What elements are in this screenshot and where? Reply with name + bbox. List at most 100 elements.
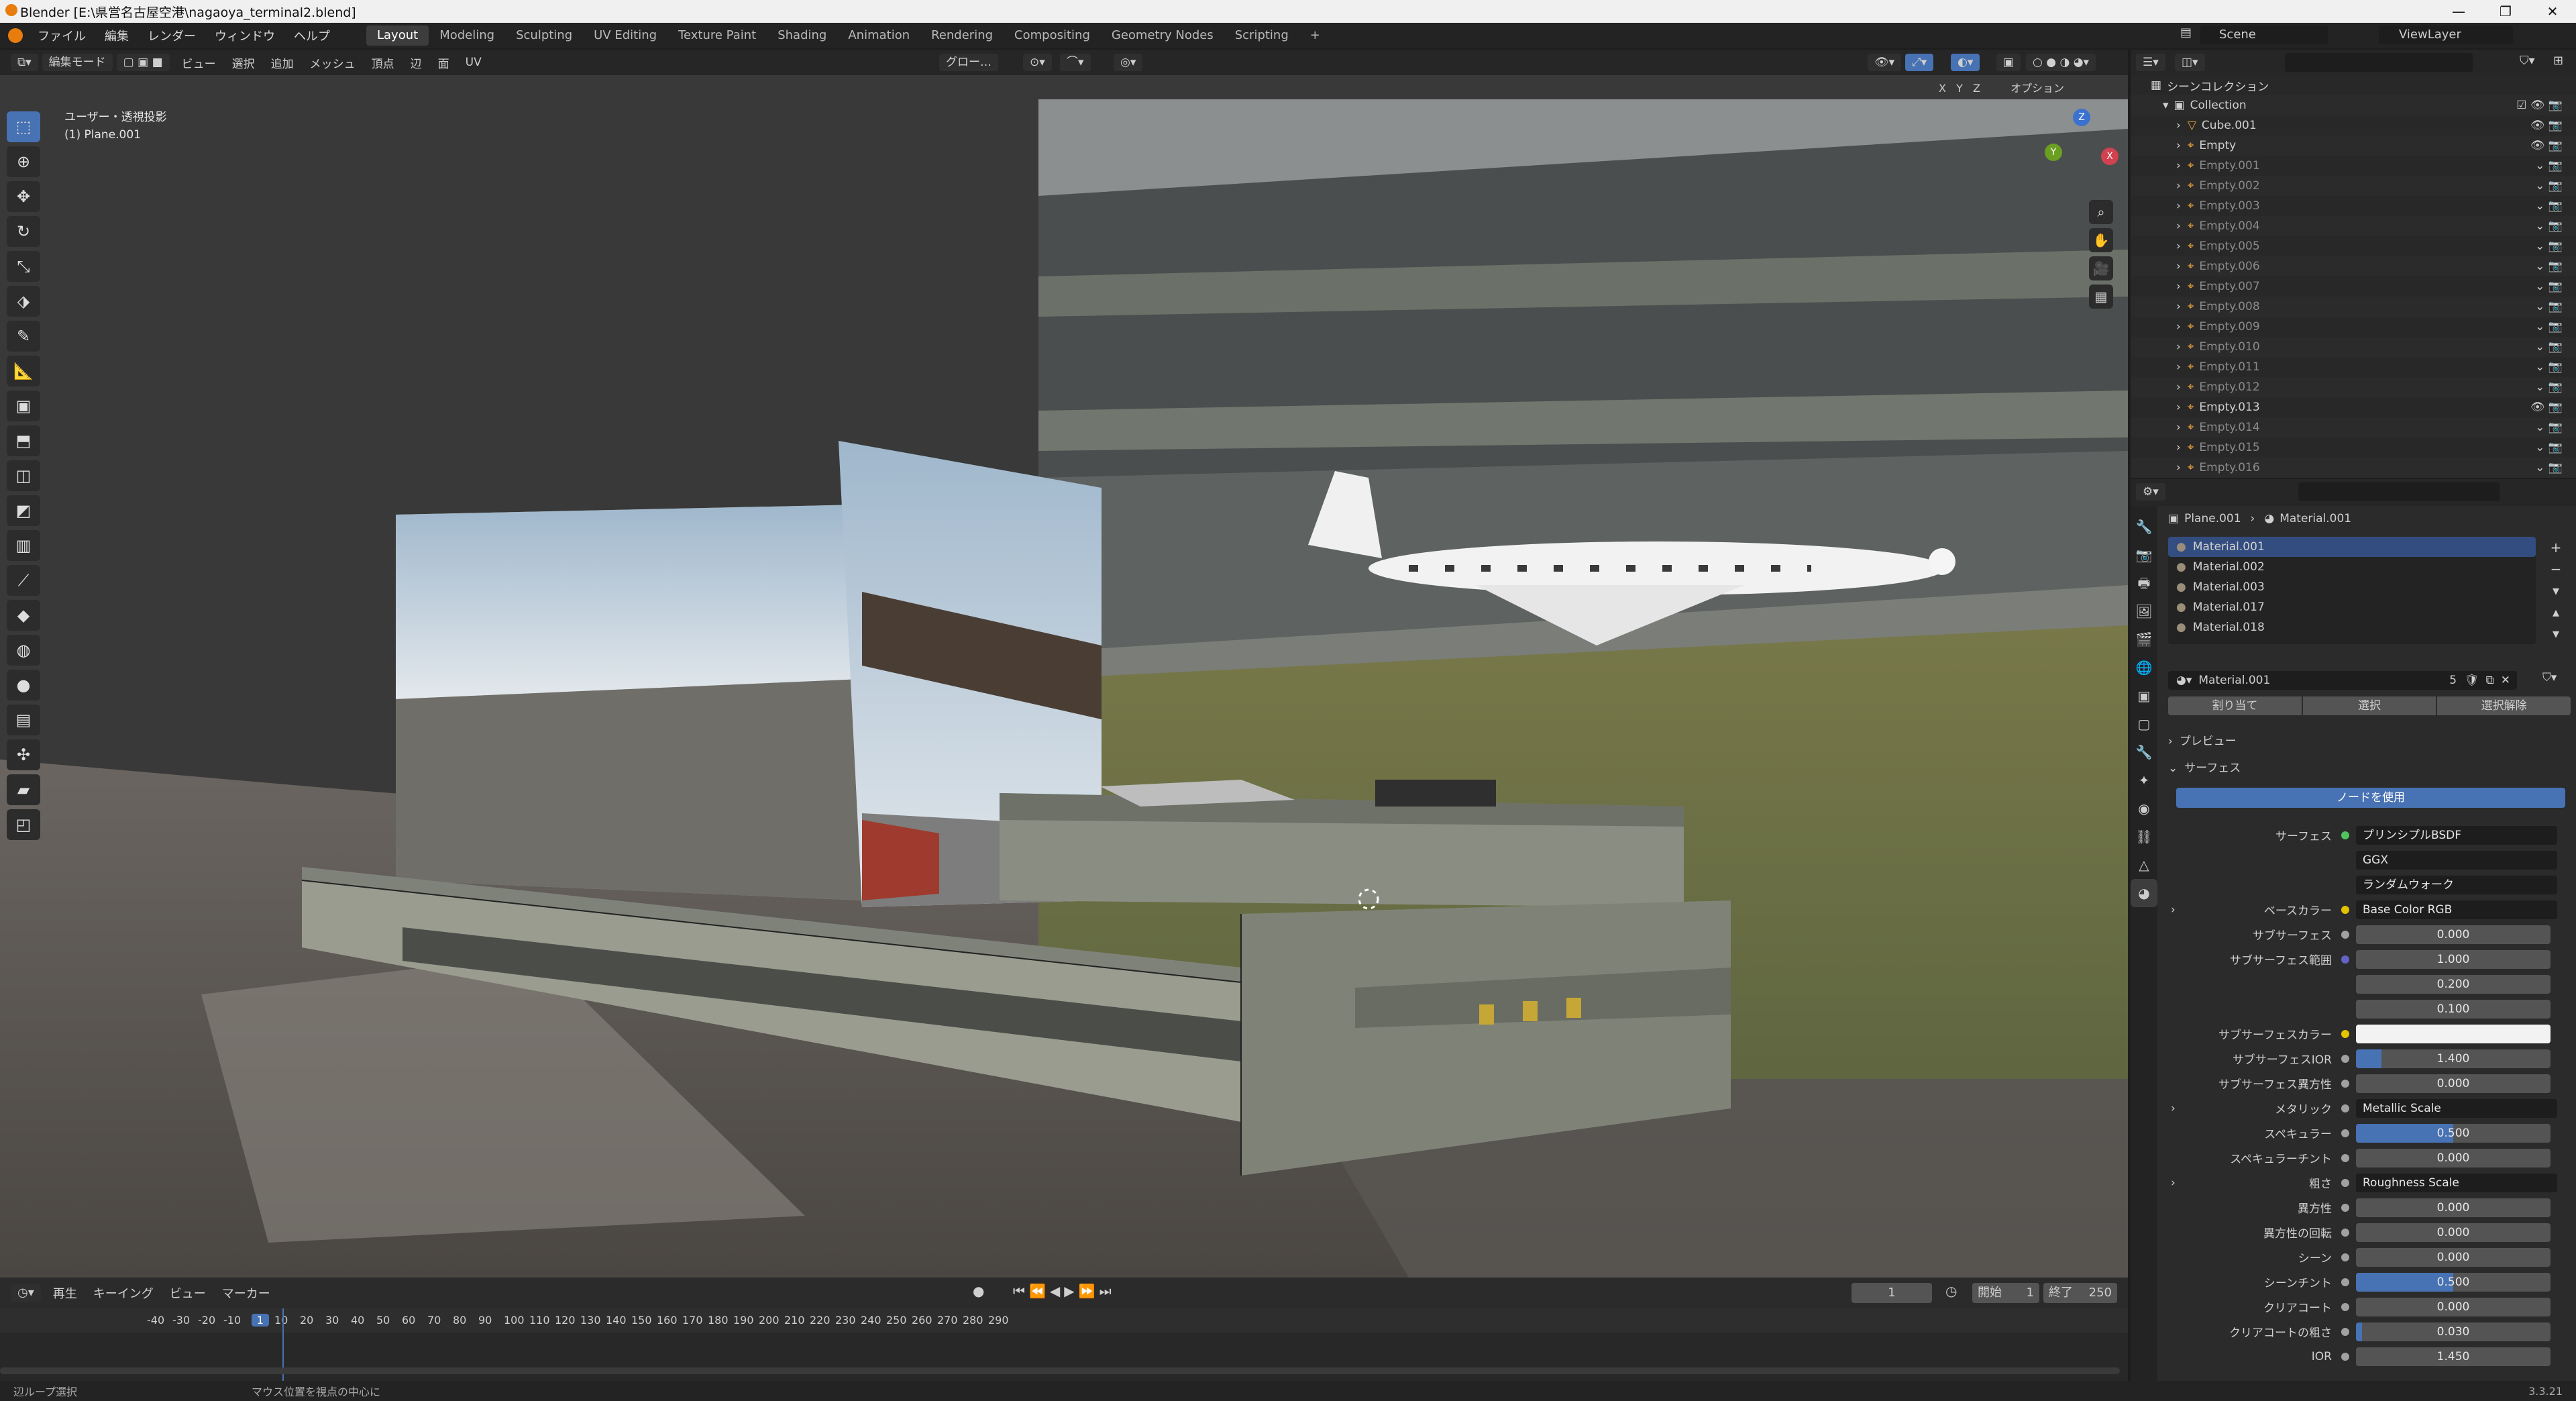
expand-arrow-icon[interactable]: ›: [2176, 441, 2181, 454]
expand-arrow-icon[interactable]: ▾: [2163, 99, 2169, 112]
menu-uv[interactable]: UV: [458, 56, 490, 69]
gizmo-y-axis[interactable]: Y: [2045, 144, 2062, 161]
add-workspace-icon[interactable]: +: [1299, 25, 1331, 46]
socket-icon[interactable]: [2341, 1228, 2349, 1237]
shading-modes-icon[interactable]: ○ ● ◑ ◕▾: [2026, 54, 2096, 71]
tab-geometry-nodes[interactable]: Geometry Nodes: [1101, 25, 1224, 46]
unlink-material-icon[interactable]: ✕: [2501, 674, 2510, 687]
menu-render[interactable]: レンダー: [138, 27, 205, 44]
scene-collection-row[interactable]: ▦ シーンコレクション: [2131, 75, 2576, 95]
close-icon[interactable]: ✕: [2529, 0, 2576, 23]
proportional-edit-icon[interactable]: ◎▾: [1114, 54, 1143, 71]
menu-marker[interactable]: マーカー: [214, 1284, 278, 1302]
material-name-field[interactable]: Material.001: [2198, 674, 2270, 687]
record-icon[interactable]: ●: [973, 1283, 984, 1299]
value-slider[interactable]: 0.200: [2356, 974, 2551, 994]
outliner-item-row[interactable]: › ⌖ Empty.007 ⌄ 📷: [2131, 276, 2576, 297]
visibility-icons[interactable]: ⌄ 📷: [2535, 461, 2563, 474]
visibility-icons[interactable]: ⌄ 📷: [2535, 441, 2563, 454]
color-swatch[interactable]: [2356, 1024, 2551, 1043]
visibility-icons[interactable]: ⌄ 📷: [2535, 340, 2563, 354]
outliner-item-row[interactable]: › ⌖ Empty.013 👁 📷: [2131, 397, 2576, 417]
socket-icon[interactable]: [2341, 1302, 2349, 1311]
tool-tab-icon[interactable]: 🔧: [2131, 513, 2157, 541]
value-slider[interactable]: 1.400: [2356, 1049, 2551, 1068]
timeline-body[interactable]: -40 -30 -20 -10 1 10 20 30 40 50 60 70 80 90 100 110 120…: [0, 1308, 2128, 1381]
shader-socket-icon[interactable]: [2341, 831, 2349, 839]
navigation-gizmo[interactable]: Z Y X: [2039, 109, 2127, 196]
preview-panel-header[interactable]: › プレビュー: [2168, 731, 2571, 751]
socket-icon[interactable]: [2341, 1352, 2349, 1361]
outliner-item-row[interactable]: › ⌖ Empty.009 ⌄ 📷: [2131, 317, 2576, 337]
visibility-icons[interactable]: 👁 📷: [2530, 119, 2563, 132]
expand-arrow-icon[interactable]: ›: [2176, 139, 2181, 152]
inset-tool-icon[interactable]: ◫: [7, 460, 40, 491]
expand-arrow-icon[interactable]: ›: [2176, 300, 2181, 313]
select-mode-toggles[interactable]: ▢ ▣ ■: [116, 54, 170, 71]
socket-icon[interactable]: [2341, 1327, 2349, 1336]
visibility-icons[interactable]: ⌄ 📷: [2535, 360, 2563, 374]
transform-orientation-selector[interactable]: グロー…: [939, 54, 998, 71]
value-slider[interactable]: 0.000: [2356, 1223, 2551, 1242]
loop-cut-tool-icon[interactable]: ▥: [7, 530, 40, 561]
scene-icon[interactable]: ▤: [2180, 25, 2194, 43]
outliner-editor-icon[interactable]: ☰▾: [2136, 54, 2165, 71]
options-menu[interactable]: オプション: [2010, 82, 2064, 95]
socket-icon[interactable]: [2341, 1054, 2349, 1063]
expand-arrow-icon[interactable]: ›: [2176, 421, 2181, 434]
visibility-icons[interactable]: ⌄ 📷: [2535, 179, 2563, 193]
menu-add[interactable]: 追加: [263, 54, 302, 71]
menu-timeline-view[interactable]: ビュー: [162, 1284, 214, 1302]
surface-panel-header[interactable]: ⌄ サーフェス: [2168, 758, 2571, 778]
outliner-item-row[interactable]: › ▽ Cube.001 👁 📷: [2131, 115, 2576, 136]
particles-tab-icon[interactable]: ✦: [2131, 766, 2157, 794]
outliner-search-input[interactable]: [2285, 53, 2473, 72]
knife-tool-icon[interactable]: ⟋: [7, 565, 40, 596]
outliner-item-row[interactable]: › ⌖ Empty.004 ⌄ 📷: [2131, 216, 2576, 236]
expand-arrow-icon[interactable]: ›: [2176, 260, 2181, 273]
tab-scripting[interactable]: Scripting: [1224, 25, 1299, 46]
value-slider[interactable]: 0.500: [2356, 1123, 2551, 1143]
outliner-item-row[interactable]: › ⌖ Empty.003 ⌄ 📷: [2131, 196, 2576, 216]
visibility-icon[interactable]: 👁▾: [1868, 54, 1902, 71]
new-collection-icon[interactable]: ⊞: [2553, 54, 2563, 68]
value-slider[interactable]: 0.000: [2356, 1297, 2551, 1316]
poly-build-tool-icon[interactable]: ◆: [7, 600, 40, 631]
physics-tab-icon[interactable]: ◉: [2131, 794, 2157, 823]
socket-icon[interactable]: [2341, 905, 2349, 914]
tab-sculpting[interactable]: Sculpting: [505, 25, 583, 46]
current-frame-field[interactable]: 1: [1851, 1283, 1932, 1303]
value-slider[interactable]: 0.500: [2356, 1272, 2551, 1292]
start-frame-field[interactable]: 開始 1: [1972, 1283, 2039, 1303]
expand-arrow-icon[interactable]: ›: [2176, 401, 2181, 414]
outliner-item-row[interactable]: › ⌖ Empty.010 ⌄ 📷: [2131, 337, 2576, 357]
visibility-icons[interactable]: ⌄ 📷: [2535, 159, 2563, 172]
timeline-scrollbar[interactable]: [0, 1367, 2120, 1374]
value-slider[interactable]: 1.450: [2356, 1347, 2551, 1366]
zoom-icon[interactable]: ⌕: [2089, 200, 2113, 224]
output-tab-icon[interactable]: 🖶: [2131, 569, 2157, 597]
object-tab-icon[interactable]: ▢: [2131, 710, 2157, 738]
snap-icon[interactable]: ⌒▾: [1060, 54, 1091, 71]
expand-arrow-icon[interactable]: ›: [2176, 219, 2181, 233]
expand-arrow-icon[interactable]: ›: [2176, 340, 2181, 354]
expand-arrow-icon[interactable]: ›: [2171, 1102, 2176, 1115]
distribution-selector[interactable]: GGX: [2356, 850, 2557, 870]
visibility-icons[interactable]: ⌄ 📷: [2535, 421, 2563, 434]
bevel-tool-icon[interactable]: ◩: [7, 495, 40, 526]
select-button[interactable]: 選択: [2302, 696, 2436, 715]
socket-icon[interactable]: [2341, 1203, 2349, 1212]
menu-view[interactable]: ビュー: [174, 54, 224, 71]
view-layer-tab-icon[interactable]: 🖼: [2131, 597, 2157, 625]
outliner-item-row[interactable]: › ⌖ Empty.015 ⌄ 📷: [2131, 437, 2576, 458]
subsurface-method-selector[interactable]: ランダムウォーク: [2356, 875, 2557, 894]
properties-editor-icon[interactable]: ⚙▾: [2136, 483, 2165, 501]
filter-icon[interactable]: ⛉▾: [2520, 54, 2535, 68]
value-slider[interactable]: 1.000: [2356, 949, 2551, 969]
gizmo-x-axis[interactable]: X: [2101, 148, 2118, 165]
value-slider[interactable]: 0.030: [2356, 1322, 2551, 1341]
playback-controls-icon[interactable]: ⏮⏪◀▶⏩⏭: [1013, 1283, 1116, 1299]
link-icon[interactable]: ⛉▾: [2542, 671, 2557, 684]
socket-icon[interactable]: [2341, 1129, 2349, 1137]
visibility-icons[interactable]: 👁 📷: [2530, 139, 2563, 152]
